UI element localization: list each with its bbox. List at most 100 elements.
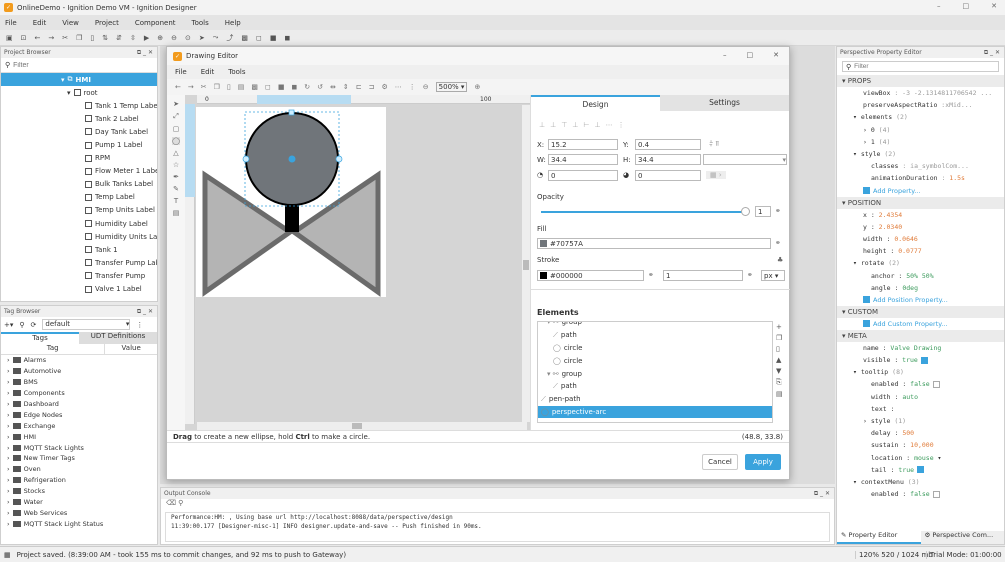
tree-item[interactable]: Tank 2 Label — [85, 112, 157, 125]
prop-tooltip-location[interactable]: location : mouse ▾ — [837, 452, 1004, 464]
tag-folder-item[interactable]: › Automotive — [7, 366, 157, 377]
tag-folder-item[interactable]: › MQTT Stack Lights — [7, 442, 157, 453]
element-item[interactable]: ▾ ⚯ group — [538, 367, 772, 380]
prop-context-menu-enabled[interactable]: enabled : false — [837, 488, 1004, 500]
element-item[interactable]: ⟋ path — [538, 329, 772, 342]
expand-icon[interactable]: › — [7, 389, 10, 397]
prop-y[interactable]: y : 2.0340 — [837, 221, 1004, 233]
cancel-button[interactable]: Cancel — [702, 454, 738, 470]
vertical-scrollbar[interactable] — [522, 105, 530, 422]
flip-v-icon[interactable]: ⇕ — [343, 83, 349, 91]
property-filter-input[interactable] — [854, 63, 975, 70]
prop-tooltip-style[interactable]: › style (1) — [837, 415, 1004, 427]
duplicate-icon[interactable]: ❐ — [776, 334, 783, 342]
copy-icon[interactable]: ⎘ — [776, 378, 783, 387]
prop-preserve-aspect-ratio[interactable]: preserveAspectRatio : xMid... — [837, 99, 1004, 111]
tree-item[interactable]: Pump 1 Label — [85, 138, 157, 151]
expand-icon[interactable]: › — [7, 454, 10, 462]
tree-item[interactable]: Transfer Pump Label — [85, 256, 157, 269]
rotate-ccw-icon[interactable]: ↺ — [317, 83, 323, 91]
paste-icon[interactable]: ▤ — [776, 390, 783, 398]
y-input[interactable]: 0.4 — [635, 139, 701, 150]
add-position-property-link[interactable]: Add Position Property... — [837, 294, 1004, 306]
prop-tooltip-text[interactable]: text : — [837, 403, 1004, 415]
expand-icon[interactable]: › — [7, 509, 10, 517]
prop-tooltip-enabled[interactable]: enabled : false — [837, 378, 1004, 390]
polygon-tool-icon[interactable]: △ — [173, 149, 178, 157]
horizontal-scrollbar[interactable] — [197, 422, 527, 430]
front-icon[interactable]: ■ — [270, 34, 277, 42]
fill-color-input[interactable]: #70757A — [537, 238, 771, 249]
console-output[interactable]: Performance:HM: , Using base url http://… — [165, 512, 830, 542]
tag-folder-item[interactable]: › Dashboard — [7, 399, 157, 410]
align-left-icon[interactable]: ⊏ — [356, 83, 362, 91]
node-tool-icon[interactable]: ⤢ — [173, 112, 179, 121]
snap-icon[interactable]: ⋯ — [395, 83, 402, 91]
tail-checkbox[interactable] — [917, 466, 925, 474]
maximize-button[interactable]: □ — [747, 51, 754, 59]
tag-folder-item[interactable]: › Water — [7, 497, 157, 508]
tree-item[interactable]: Temp Label — [85, 191, 157, 204]
distribute-icon[interactable]: ⇵ — [116, 34, 122, 42]
section-custom[interactable]: ▾ CUSTOM — [837, 305, 1004, 318]
prop-element-0[interactable]: › 0 (4) — [837, 124, 1004, 136]
width-input[interactable]: 34.4 — [548, 154, 618, 165]
redo-icon[interactable]: → — [48, 34, 54, 42]
copy-icon[interactable]: ❐ — [214, 83, 220, 91]
delete-icon[interactable]: ▯ — [227, 83, 231, 91]
prop-element-1[interactable]: › 1 (4) — [837, 136, 1004, 148]
layout-icon[interactable]: ⇳ — [130, 34, 136, 42]
filter-input[interactable] — [13, 61, 134, 69]
paint-bucket-icon[interactable]: ♣ — [777, 256, 783, 264]
expand-icon[interactable]: › — [7, 498, 10, 506]
panel-controls-icon[interactable]: ⧉ _ ✕ — [814, 490, 830, 498]
tree-item[interactable]: Flow Meter 1 Label — [85, 165, 157, 178]
edit-connect-icon[interactable]: ⤴ — [226, 33, 233, 43]
zoom-select[interactable]: 500% ▾ — [435, 82, 468, 92]
element-item[interactable]: ◯ circle — [538, 342, 772, 355]
height-input[interactable]: 34.4 — [635, 154, 701, 165]
back-icon[interactable]: ◼ — [284, 34, 290, 42]
expand-icon[interactable]: › — [7, 433, 10, 441]
element-item[interactable]: ⟋ pen-path — [538, 393, 772, 406]
prop-width[interactable]: width : 0.0646 — [837, 233, 1004, 245]
prop-x[interactable]: x : 2.4354 — [837, 209, 1004, 221]
connect-icon[interactable]: ⤳ — [213, 33, 219, 42]
rotate-cw-icon[interactable]: ↻ — [304, 83, 310, 91]
rect-tool-icon[interactable]: ▢ — [173, 125, 180, 133]
expand-icon[interactable]: › — [7, 367, 10, 375]
tree-item[interactable]: Transfer Pump — [85, 269, 157, 282]
panel-controls-icon[interactable]: ⧉ _ ✕ — [984, 49, 1000, 57]
tag-folder-item[interactable]: › Components — [7, 388, 157, 399]
expand-icon[interactable]: › — [7, 476, 10, 484]
link-radius-button[interactable]: ▦ › — [706, 171, 726, 179]
filter-icon[interactable]: ⚲ — [178, 499, 183, 507]
panel-controls-icon[interactable]: ⧉ _ ✕ — [137, 308, 153, 316]
save-icon[interactable]: ▣ — [6, 34, 13, 42]
tag-folder-item[interactable]: › Exchange — [7, 420, 157, 431]
tag-folder-item[interactable]: › Oven — [7, 464, 157, 475]
tag-folder-item[interactable]: › MQTT Stack Light Status — [7, 518, 157, 529]
opacity-slider-handle[interactable] — [741, 207, 750, 216]
context-enabled-checkbox[interactable] — [932, 490, 940, 498]
tree-item[interactable]: Humidity Units Label — [85, 230, 157, 243]
tree-item-hmi[interactable]: ▾ ⧉ HMI — [1, 73, 157, 87]
link-icon[interactable]: ⚭ — [648, 271, 654, 279]
add-tag-icon[interactable]: +▾ — [4, 321, 13, 329]
zoom-out-icon[interactable]: ⊖ — [423, 83, 429, 91]
tag-folder-item[interactable]: › Stocks — [7, 486, 157, 497]
prop-tooltip-sustain[interactable]: sustain : 10,000 — [837, 439, 1004, 451]
tag-folder-item[interactable]: › Web Services — [7, 507, 157, 518]
menu-project[interactable]: Project — [95, 19, 119, 27]
section-position[interactable]: ▾ POSITION — [837, 196, 1004, 209]
provider-select[interactable]: default ▾ — [42, 319, 131, 330]
cut-icon[interactable]: ✂ — [62, 34, 68, 42]
expand-icon[interactable]: › — [7, 378, 10, 386]
expand-icon[interactable]: › — [7, 422, 10, 430]
radius-x-input[interactable]: 0 — [548, 170, 618, 181]
menu-edit[interactable]: Edit — [33, 19, 47, 27]
flip-h-icon[interactable]: ⇹ — [330, 83, 336, 91]
align-tools-icon[interactable]: ⊥⊥⊤⊥⊢⊥⋯⋮ — [539, 121, 630, 129]
menu-component[interactable]: Component — [135, 19, 176, 27]
link-icon[interactable]: ⚭ — [775, 207, 781, 215]
